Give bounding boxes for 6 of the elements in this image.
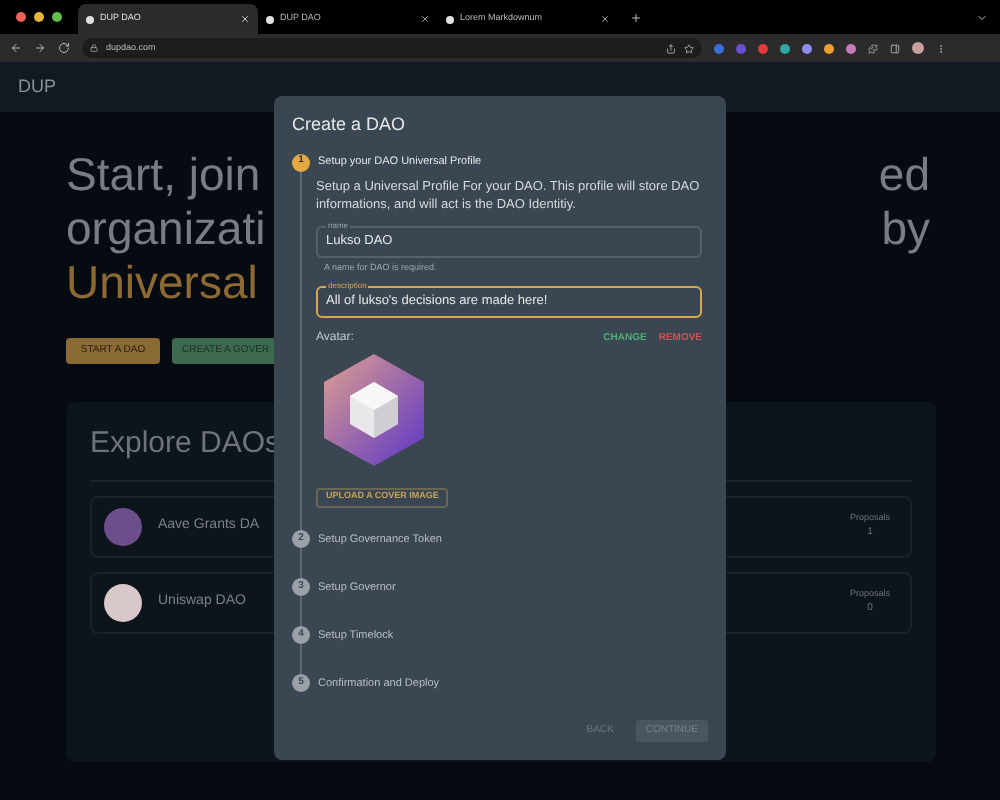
hero-heading: Start, join xyxy=(66,148,261,202)
hero-heading: organizati xyxy=(66,202,266,256)
hero-heading: ed xyxy=(878,148,930,202)
hero-heading: Universal xyxy=(66,256,258,310)
dialog-title: Create a DAO xyxy=(292,112,408,138)
hero-heading: by xyxy=(881,202,930,256)
